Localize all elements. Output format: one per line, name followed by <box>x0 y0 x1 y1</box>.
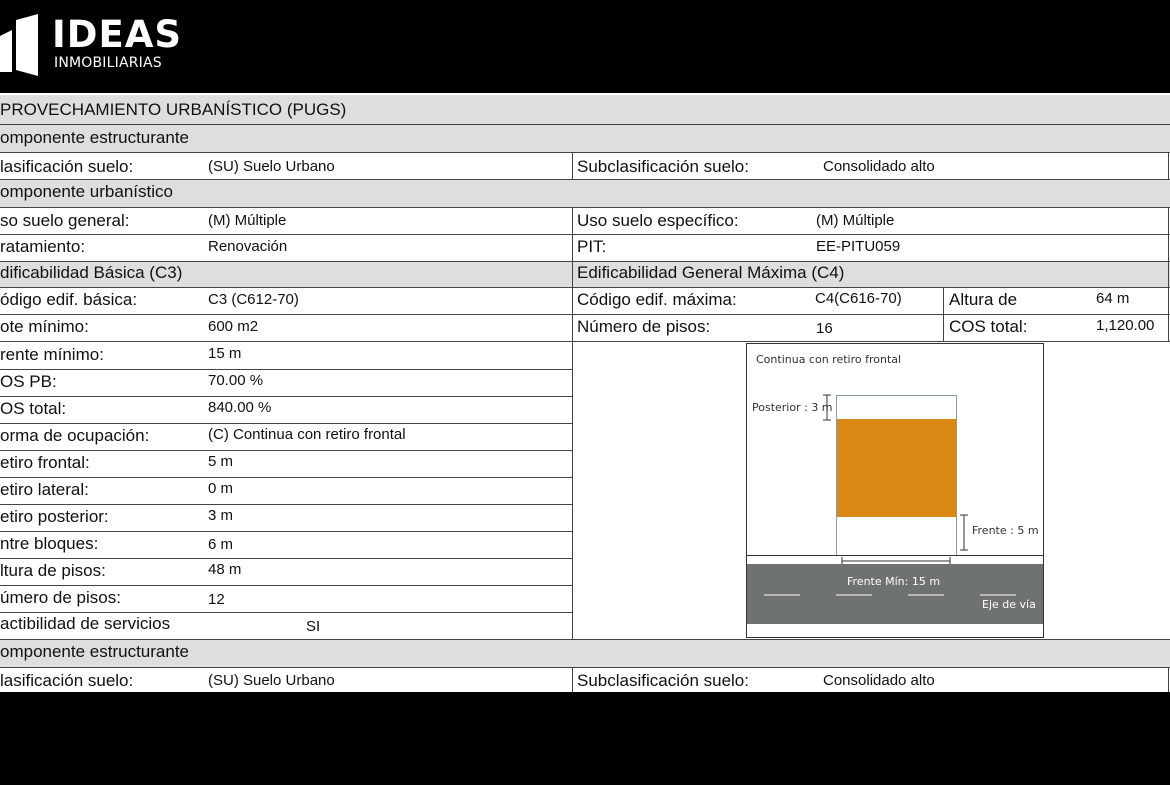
basica-row-value: 3 m <box>208 507 234 524</box>
road-strip <box>747 564 1043 624</box>
codigo-maxima-label: Código edif. máxima: <box>577 290 737 309</box>
altura-value: 64 m <box>1096 290 1130 307</box>
basica-row-label: actibilidad de servicios <box>0 614 171 633</box>
basica-row-value: SI <box>306 618 321 635</box>
basica-row-value: 48 m <box>208 561 242 578</box>
eje-via-label: Eje de vía <box>982 598 1036 611</box>
clasificacion-value: (SU) Suelo Urbano <box>208 158 335 175</box>
basica-row-value: C3 (C612-70) <box>208 291 299 308</box>
clasificacion-value-2: (SU) Suelo Urbano <box>208 672 335 689</box>
cos-total-label: COS total: <box>949 317 1028 336</box>
basica-row-value: 840.00 % <box>208 399 272 416</box>
logo-subtitle: INMOBILIARIAS <box>54 55 162 71</box>
uso-especifico-value: (M) Múltiple <box>816 212 895 229</box>
ocupacion-diagram: Continua con retiro frontal Posterior : … <box>746 343 1044 638</box>
logo-mark-icon <box>0 14 38 76</box>
document-sheet: PROVECHAMIENTO URBANÍSTICO (PUGS) ompone… <box>0 95 1170 692</box>
basica-row-label: orma de ocupación: <box>0 426 150 445</box>
section-title: PROVECHAMIENTO URBANÍSTICO (PUGS) <box>0 100 347 119</box>
logo: IDEAS INMOBILIARIAS <box>0 0 300 92</box>
altura-label: Altura de <box>949 290 1018 309</box>
comp3-header: omponente estructurante <box>0 642 190 661</box>
basica-row-value: 70.00 % <box>208 372 264 389</box>
frente-min-label: Frente Mín: 15 m <box>847 575 940 588</box>
basica-header: dificabilidad Básica (C3) <box>0 263 183 282</box>
basica-row-label: ódigo edif. básica: <box>0 290 138 309</box>
pit-value: EE-PITU059 <box>816 238 901 255</box>
posterior-label: Posterior : 3 m <box>752 401 833 414</box>
comp2-header: omponente urbanístico <box>0 182 173 201</box>
basica-row-label: ote mínimo: <box>0 317 89 336</box>
basica-row-label: ltura de pisos: <box>0 561 106 580</box>
basica-row-value: 0 m <box>208 480 234 497</box>
basica-row-label: rente mínimo: <box>0 345 104 364</box>
comp2-header-band <box>0 179 1170 207</box>
basica-row-label: etiro lateral: <box>0 480 89 499</box>
maxima-header: Edificabilidad General Máxima (C4) <box>577 263 845 282</box>
pit-label: PIT: <box>577 237 607 256</box>
basica-row-value: (C) Continua con retiro frontal <box>208 426 406 443</box>
basica-row-label: OS PB: <box>0 372 57 391</box>
basica-row-value: 5 m <box>208 453 234 470</box>
clasificacion-label-2: lasificación suelo: <box>0 671 134 690</box>
basica-row-label: ntre bloques: <box>0 534 99 553</box>
cos-total-value: 1,120.00 <box>1096 317 1155 334</box>
subclasificacion-label: Subclasificación suelo: <box>577 157 749 176</box>
frente-label: Frente : 5 m <box>972 524 1039 537</box>
basica-row-label: OS total: <box>0 399 67 418</box>
basica-row-label: etiro frontal: <box>0 453 90 472</box>
basica-row-value: 6 m <box>208 536 234 553</box>
logo-title: IDEAS <box>52 13 183 56</box>
subclasificacion-value-2: Consolidado alto <box>823 672 935 689</box>
basica-row-label: úmero de pisos: <box>0 588 121 607</box>
tratamiento-label: ratamiento: <box>0 237 86 256</box>
building-block <box>837 419 956 517</box>
uso-especifico-label: Uso suelo específico: <box>577 211 739 230</box>
numero-pisos-label: Número de pisos: <box>577 317 711 336</box>
basica-row-value: 600 m2 <box>208 318 259 335</box>
subclasificacion-label-2: Subclasificación suelo: <box>577 671 749 690</box>
basica-row-value: 15 m <box>208 345 242 362</box>
codigo-maxima-value: C4(C616-70) <box>815 290 902 307</box>
numero-pisos-value: 16 <box>816 320 833 337</box>
subclasificacion-value: Consolidado alto <box>823 158 935 175</box>
diagram-caption: Continua con retiro frontal <box>756 353 901 366</box>
basica-row-label: etiro posterior: <box>0 507 109 526</box>
comp1-header: omponente estructurante <box>0 128 190 147</box>
clasificacion-label: lasificación suelo: <box>0 157 134 176</box>
uso-general-label: so suelo general: <box>0 211 130 230</box>
uso-general-value: (M) Múltiple <box>208 212 287 229</box>
basica-row-value: 12 <box>208 591 225 608</box>
tratamiento-value: Renovación <box>208 238 288 255</box>
